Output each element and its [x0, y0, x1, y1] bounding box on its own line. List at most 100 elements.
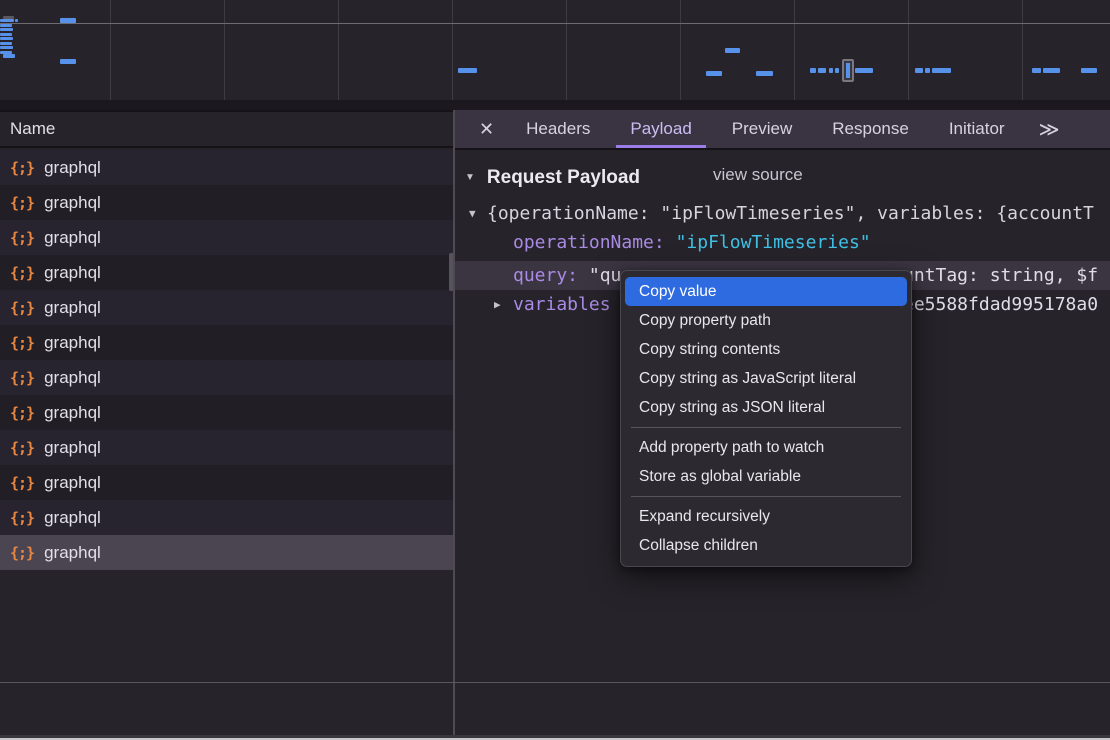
request-timing-bar	[835, 68, 839, 73]
request-timing-bar	[60, 18, 76, 23]
operation-name-row[interactable]: operationName: "ipFlowTimeseries"	[455, 228, 1110, 257]
tab-headers[interactable]: Headers	[512, 110, 604, 148]
tab-payload[interactable]: Payload	[616, 110, 705, 148]
tab-label: Payload	[630, 119, 691, 139]
footer-separator	[0, 682, 1110, 683]
request-timing-bar	[458, 68, 477, 73]
request-name-label: graphql	[44, 543, 101, 563]
request-timing-bar	[932, 68, 951, 73]
request-payload-section[interactable]: ▼ Request Payload	[465, 163, 640, 192]
request-name-label: graphql	[44, 508, 101, 528]
request-timing-bar	[706, 71, 722, 76]
request-name-label: graphql	[44, 228, 101, 248]
menu-item-copy-string-contents[interactable]: Copy string contents	[621, 335, 911, 364]
timeline-divider-line	[0, 23, 1110, 24]
property-value-right-fragment: untTag: string, $f	[903, 261, 1098, 290]
request-row[interactable]: {;} graphql	[0, 430, 453, 465]
json-request-icon: {;}	[10, 439, 34, 457]
tab-preview[interactable]: Preview	[718, 110, 806, 148]
timeline-gridline	[452, 0, 453, 100]
request-name-label: graphql	[44, 333, 101, 353]
more-tabs-chevron-icon[interactable]: ≫	[1029, 110, 1071, 148]
name-column-header[interactable]: Name	[0, 110, 453, 148]
menu-separator	[631, 427, 901, 428]
payload-root-row[interactable]: ▼ {operationName: "ipFlowTimeseries", va…	[455, 199, 1110, 228]
json-request-icon: {;}	[10, 194, 34, 212]
request-row[interactable]: {;} graphql	[0, 220, 453, 255]
property-value-right-fragment: ee5588fdad995178a0	[903, 290, 1098, 319]
view-source-link[interactable]: view source	[713, 165, 803, 185]
tab-label: Response	[832, 119, 909, 139]
tab-label: Preview	[732, 119, 792, 139]
request-timing-bar	[818, 68, 826, 73]
menu-item-copy-string-as-json-literal[interactable]: Copy string as JSON literal	[621, 393, 911, 422]
request-timing-bar	[0, 46, 13, 49]
menu-item-copy-value[interactable]: Copy value	[625, 277, 907, 306]
property-value-left-fragment: "qu	[578, 265, 621, 286]
menu-item-collapse-children[interactable]: Collapse children	[621, 531, 911, 560]
menu-item-expand-recursively[interactable]: Expand recursively	[621, 502, 911, 531]
request-name-label: graphql	[44, 403, 101, 423]
request-timing-bar	[756, 71, 773, 76]
request-name-label: graphql	[44, 158, 101, 178]
request-timing-bar	[810, 68, 816, 73]
request-timing-bar	[0, 24, 12, 27]
request-timing-bar	[15, 19, 18, 22]
request-timing-bar	[915, 68, 923, 73]
section-title: Request Payload	[487, 167, 640, 189]
menu-item-copy-property-path[interactable]: Copy property path	[621, 306, 911, 335]
json-request-icon: {;}	[10, 369, 34, 387]
request-row[interactable]: {;}graphql	[0, 535, 453, 570]
overview-bottom-strip	[0, 100, 1110, 110]
expand-triangle-icon[interactable]: ▼	[469, 199, 476, 228]
json-request-icon: {;}	[10, 509, 34, 527]
close-icon[interactable]: ✕	[467, 110, 506, 148]
tab-initiator[interactable]: Initiator	[935, 110, 1019, 148]
request-row[interactable]: {;} graphql	[0, 185, 453, 220]
request-row[interactable]: {;}graphql	[0, 255, 453, 290]
request-list: {;} graphql {;} graphql {;} graphql {;} graphql…	[0, 150, 453, 570]
property-value: "ipFlowTimeseries"	[676, 232, 871, 253]
timeline-gridline	[338, 0, 339, 100]
request-row[interactable]: {;}graphql	[0, 395, 453, 430]
active-tab-underline	[616, 145, 705, 148]
request-timing-bar	[1043, 68, 1060, 73]
request-timing-bar	[855, 68, 873, 73]
timeline-gridline	[110, 0, 111, 100]
request-row[interactable]: {;}graphql	[0, 325, 453, 360]
tab-label: Initiator	[949, 119, 1005, 139]
timeline-gridline	[1022, 0, 1023, 100]
request-row[interactable]: {;}graphql	[0, 465, 453, 500]
collapse-triangle-icon[interactable]: ▼	[465, 172, 475, 183]
request-timing-bar	[1081, 68, 1097, 73]
request-name-label: graphql	[44, 438, 101, 458]
menu-item-add-property-path-to-watch[interactable]: Add property path to watch	[621, 433, 911, 462]
json-request-icon: {;}	[10, 159, 34, 177]
request-timing-bar	[0, 37, 13, 40]
expand-triangle-icon[interactable]: ▶	[494, 290, 501, 319]
context-menu: Copy valueCopy property pathCopy string …	[620, 270, 912, 567]
window-bottom-edge	[0, 735, 1110, 740]
panel-splitter[interactable]	[453, 110, 455, 740]
json-request-icon: {;}	[10, 229, 34, 247]
menu-item-store-as-global-variable[interactable]: Store as global variable	[621, 462, 911, 491]
property-key: query:	[513, 265, 578, 286]
request-row[interactable]: {;} graphql	[0, 500, 453, 535]
request-name-label: graphql	[44, 368, 101, 388]
request-row[interactable]: {;}graphql	[0, 290, 453, 325]
request-timing-bar	[0, 42, 12, 45]
request-timing-bar	[60, 59, 76, 64]
request-name-label: graphql	[44, 193, 101, 213]
request-row[interactable]: {;} graphql	[0, 360, 453, 395]
request-name-label: graphql	[44, 263, 101, 283]
network-overview-timeline[interactable]	[0, 0, 1110, 100]
json-request-icon: {;}	[10, 474, 34, 492]
name-column-label: Name	[10, 119, 55, 139]
request-timing-bar	[925, 68, 930, 73]
tab-response[interactable]: Response	[818, 110, 923, 148]
timeline-gridline	[680, 0, 681, 100]
devtools-network-panel: Name {;}graphql{;}graphql{;}graphql{;}gr…	[0, 0, 1110, 740]
request-row[interactable]: {;} graphql	[0, 150, 453, 185]
property-key: variables	[513, 290, 611, 319]
menu-item-copy-string-as-javascript-literal[interactable]: Copy string as JavaScript literal	[621, 364, 911, 393]
